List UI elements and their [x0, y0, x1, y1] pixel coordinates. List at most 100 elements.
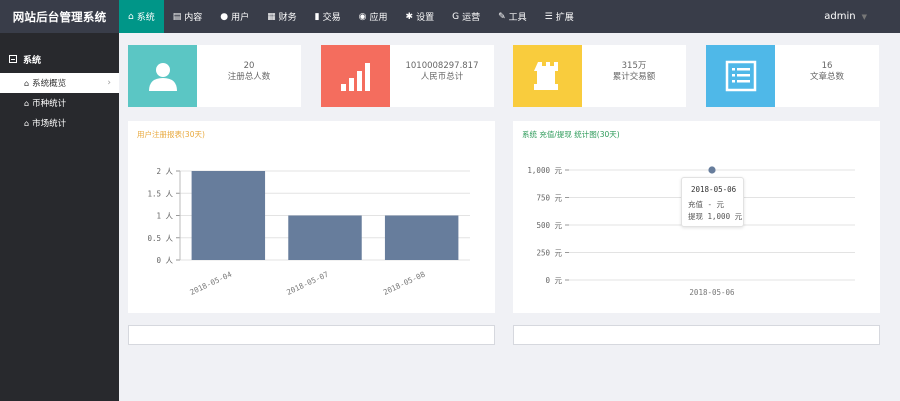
stat-text: 315万 累计交易额 — [582, 45, 686, 107]
document-icon: ▤ — [172, 11, 182, 22]
user-icon — [146, 59, 180, 93]
gear-icon: ✱ — [405, 11, 414, 22]
tooltip-row: 充值 - 元 — [688, 200, 725, 209]
chart-tooltip: 2018-05-06 充值 - 元 提现 1,000 元 — [681, 177, 744, 227]
sidebar-item-label: 币种统计 — [32, 99, 67, 109]
signal-bars-icon — [339, 59, 373, 93]
globe-icon: ◉ — [358, 11, 367, 22]
sidebar: 系统 ⌂ 系统概览 › ⌂ 币种统计 ⌂ 市场统计 — [0, 33, 119, 401]
bar — [384, 215, 459, 260]
y-tick-label: 500 元 — [536, 221, 562, 230]
stat-label: 注册总人数 — [227, 72, 271, 82]
nav-item-label: 系统 — [136, 13, 155, 23]
data-point — [708, 166, 716, 174]
x-tick-label: 2018-05-07 — [285, 270, 330, 297]
stat-card[interactable]: 315万 累计交易额 — [513, 45, 686, 107]
nav-item-label: 用户 — [231, 13, 250, 23]
sidebar-item[interactable]: ⌂ 系统概览 › — [0, 73, 119, 93]
home-icon: ⌂ — [24, 118, 30, 128]
empty-panel — [513, 325, 880, 345]
stat-value: 16 — [821, 61, 833, 71]
home-icon: ⌂ — [128, 11, 134, 22]
chevron-right-icon: › — [107, 78, 111, 88]
stat-value: 1010008297.817 — [405, 61, 479, 71]
table-icon: ▦ — [267, 11, 276, 22]
y-tick-label: 1 人 — [156, 212, 173, 221]
collapse-icon — [9, 55, 17, 63]
y-tick-label: 0 元 — [545, 276, 562, 285]
y-tick-label: 0.5 人 — [147, 234, 173, 243]
nav-item[interactable]: ⌂ 系统 — [119, 0, 164, 33]
stat-label: 累计交易额 — [612, 72, 656, 82]
stat-card[interactable]: 20 注册总人数 — [128, 45, 301, 107]
tooltip-row: 提现 1,000 元 — [688, 212, 743, 221]
stat-label: 文章总数 — [809, 72, 844, 82]
nav-item[interactable]: ☰ 扩展 — [536, 0, 583, 33]
home-icon: ⌂ — [24, 78, 30, 88]
sidebar-item[interactable]: ⌂ 市场统计 — [0, 113, 119, 133]
nav-item-label: 财务 — [278, 13, 297, 23]
empty-panel — [128, 325, 495, 345]
caret-down-icon: ▼ — [861, 12, 867, 21]
nav-item[interactable]: ✱ 设置 — [397, 0, 444, 33]
nav-item[interactable]: ▦ 财务 — [258, 0, 306, 33]
finance-chart-panel: 系统 充值/提现 统计图(30天) 0 元 250 元 500 元 750 元 1,00… — [513, 121, 880, 313]
bar-chart-icon: ▮ — [314, 11, 320, 22]
home-icon: ⌂ — [24, 98, 30, 108]
sidebar-section-label: 系统 — [23, 55, 42, 66]
nav-item[interactable]: G 运营 — [443, 0, 489, 33]
y-tick-label: 1.5 人 — [147, 189, 173, 198]
sidebar-item-label: 系统概览 — [32, 79, 67, 89]
stat-tile — [128, 45, 197, 107]
nav-item[interactable]: ● 用户 — [211, 0, 258, 33]
y-tick-label: 0 人 — [156, 256, 173, 265]
nav-item[interactable]: ◉ 应用 — [350, 0, 397, 33]
wrench-icon: ✎ — [498, 11, 506, 22]
stat-value: 20 — [243, 61, 255, 71]
y-tick-label: 2 人 — [156, 167, 173, 176]
stat-value: 315万 — [621, 61, 647, 71]
x-tick-label: 2018-05-04 — [188, 269, 233, 296]
nav-item[interactable]: ▤ 内容 — [164, 0, 212, 33]
stat-tile — [513, 45, 582, 107]
rook-icon — [531, 59, 565, 93]
x-tick-label: 2018-05-06 — [689, 288, 735, 297]
stat-card[interactable]: 1010008297.817 人民币总计 — [321, 45, 494, 107]
stat-card[interactable]: 16 文章总数 — [706, 45, 879, 107]
app-title[interactable]: 网站后台管理系统 — [0, 0, 119, 33]
tooltip-date: 2018-05-06 — [691, 185, 737, 194]
stat-label: 人民币总计 — [420, 72, 464, 82]
stat-text: 1010008297.817 人民币总计 — [390, 45, 494, 107]
nav-item-label: 应用 — [369, 13, 388, 23]
y-tick-label: 750 元 — [536, 194, 562, 203]
top-bar: 网站后台管理系统 ⌂ 系统 ▤ 内容 ● 用户 ▦ 财务 ▮ 交易 ◉ 应用 ✱ 设置 G 运营 ✎ 工具 ☰ 扩展 … — [0, 0, 900, 33]
nav-item-label: 内容 — [184, 13, 203, 23]
bar-chart: 0 人 0.5 人 1 人 1.5 人 2 人 2018-05-04 2018-05-07 2… — [147, 167, 470, 297]
nav-item[interactable]: ▮ 交易 — [306, 0, 350, 33]
nav-item-label: 运营 — [462, 13, 481, 23]
user-menu[interactable]: admin ▼ — [824, 0, 867, 33]
x-tick-label: 2018-05-08 — [382, 269, 427, 296]
nav-item-label: 扩展 — [555, 13, 574, 23]
list-icon — [724, 59, 758, 93]
sidebar-item-label: 市场统计 — [32, 119, 67, 129]
sidebar-item[interactable]: ⌂ 币种统计 — [0, 93, 119, 113]
nav-item[interactable]: ✎ 工具 — [489, 0, 536, 33]
y-tick-label: 250 元 — [536, 249, 562, 258]
top-nav: ⌂ 系统 ▤ 内容 ● 用户 ▦ 财务 ▮ 交易 ◉ 应用 ✱ 设置 G 运营 ✎ 工具 ☰ 扩展 — [119, 0, 583, 33]
server-icon: ☰ — [544, 11, 553, 22]
stat-tile — [706, 45, 775, 107]
sidebar-section[interactable]: 系统 — [0, 51, 119, 67]
bar — [288, 215, 362, 260]
bar — [191, 171, 266, 260]
username: admin — [824, 11, 856, 22]
stat-text: 20 注册总人数 — [197, 45, 301, 107]
nav-item-label: 工具 — [508, 13, 527, 23]
sidebar-menu: ⌂ 系统概览 › ⌂ 币种统计 ⌂ 市场统计 — [0, 73, 119, 133]
nav-item-label: 交易 — [322, 13, 341, 23]
y-tick-label: 1,000 元 — [527, 166, 562, 175]
stat-text: 16 文章总数 — [775, 45, 879, 107]
registration-chart-panel: 用户注册报表(30天) 0 人 0.5 人1 人 1.5 人2 人 2018-05-0… — [128, 121, 495, 313]
stat-tile — [321, 45, 390, 107]
nav-item-label: 设置 — [416, 13, 435, 23]
